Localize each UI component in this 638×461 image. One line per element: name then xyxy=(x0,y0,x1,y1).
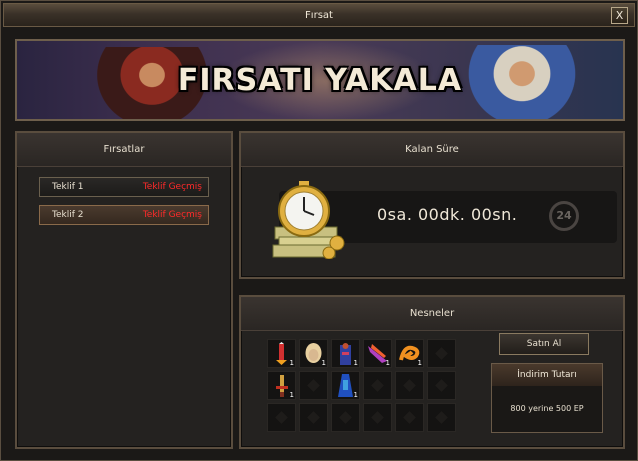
item-slot-empty[interactable] xyxy=(267,403,296,432)
item-slot-empty[interactable] xyxy=(427,339,456,368)
item-qty: 1 xyxy=(385,359,390,367)
item-slot-empty[interactable] xyxy=(331,403,360,432)
offer-name: Teklif 2 xyxy=(52,210,84,220)
offer-item-2[interactable]: Teklif 2 Teklif Geçmiş xyxy=(39,205,209,225)
banner-headline: FIRSATI YAKALA xyxy=(177,63,463,98)
item-qty: 1 xyxy=(289,391,294,399)
item-slot[interactable]: 1 xyxy=(363,339,392,368)
offers-panel-title: Fırsatlar xyxy=(17,133,231,167)
item-slot-empty[interactable] xyxy=(299,403,328,432)
item-slot-empty[interactable] xyxy=(395,403,424,432)
item-slot-empty[interactable] xyxy=(427,403,456,432)
item-slot-empty[interactable] xyxy=(363,371,392,400)
clock-money-icon xyxy=(272,181,345,259)
items-panel-title: Nesneler xyxy=(241,297,623,331)
item-qty: 1 xyxy=(353,391,358,399)
remaining-time-panel: Kalan Süre 0sa. 00dk. 00sn. 24 xyxy=(239,131,625,279)
items-panel: Nesneler 1 1 1 1 1 1 1 Satın Al İndirim … xyxy=(239,295,625,449)
discount-box: İndirim Tutarı 800 yerine 500 EP xyxy=(491,363,603,433)
item-slot[interactable]: 1 xyxy=(299,339,328,368)
offers-panel: Fırsatlar Teklif 1 Teklif Geçmiş Teklif … xyxy=(15,131,233,449)
item-slot-empty[interactable] xyxy=(363,403,392,432)
window-title: Fırsat xyxy=(305,9,333,21)
item-qty: 1 xyxy=(321,359,326,367)
remaining-time-title: Kalan Süre xyxy=(241,133,623,167)
offer-status: Teklif Geçmiş xyxy=(142,182,202,192)
item-slot-empty[interactable] xyxy=(427,371,456,400)
title-bar[interactable]: Fırsat X xyxy=(3,3,635,27)
deal-window: Fırsat X FIRSATI YAKALA Fırsatlar Teklif… xyxy=(0,0,638,461)
discount-title: İndirim Tutarı xyxy=(492,364,602,386)
item-qty: 1 xyxy=(289,359,294,367)
item-slot[interactable]: 1 xyxy=(267,339,296,368)
item-slot[interactable]: 1 xyxy=(395,339,424,368)
item-slot[interactable]: 1 xyxy=(331,339,360,368)
item-slot[interactable]: 1 xyxy=(331,371,360,400)
close-button[interactable]: X xyxy=(611,7,628,24)
offer-item-1[interactable]: Teklif 1 Teklif Geçmiş xyxy=(39,177,209,197)
item-slot-empty[interactable] xyxy=(395,371,424,400)
promo-banner: FIRSATI YAKALA xyxy=(15,39,625,121)
remaining-time-value: 0sa. 00dk. 00sn. xyxy=(377,205,518,224)
offer-status: Teklif Geçmiş xyxy=(142,210,202,220)
item-grid: 1 1 1 1 1 1 1 xyxy=(267,339,456,432)
item-slot[interactable]: 1 xyxy=(267,371,296,400)
discount-value: 800 yerine 500 EP xyxy=(510,404,584,413)
refresh-24-icon: 24 xyxy=(549,201,579,231)
buy-button[interactable]: Satın Al xyxy=(499,333,589,355)
item-slot-empty[interactable] xyxy=(299,371,328,400)
offer-name: Teklif 1 xyxy=(52,182,84,192)
item-qty: 1 xyxy=(353,359,358,367)
item-qty: 1 xyxy=(417,359,422,367)
